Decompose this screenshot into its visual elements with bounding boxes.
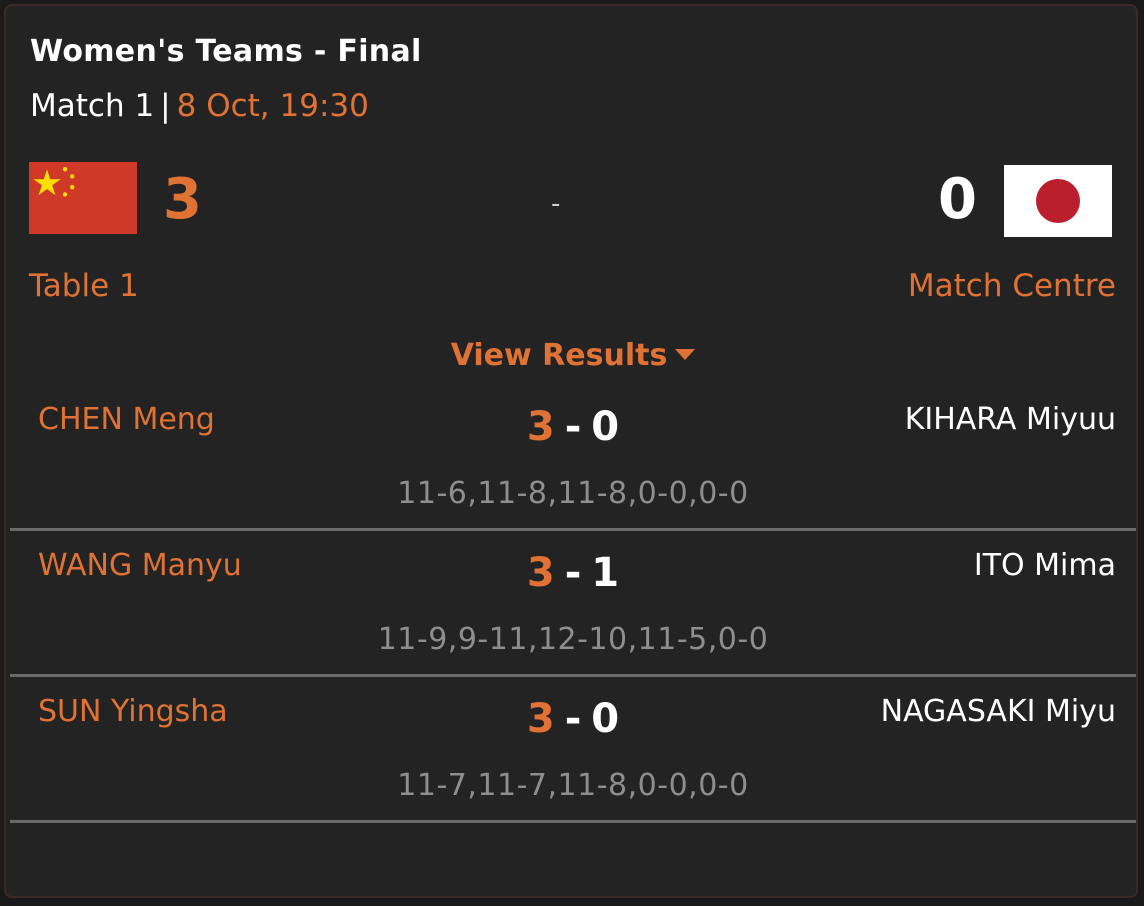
row-divider [10, 674, 1136, 677]
row-divider [10, 820, 1136, 823]
subtitle-separator: | [160, 88, 171, 124]
home-match-score: 3 [526, 696, 555, 742]
japan-flag-disc [1036, 179, 1080, 223]
match-row: CHEN Meng 3-0 KIHARA Miyuu 11-6,11-8,11-… [6, 402, 1140, 548]
match-score-dash: - [564, 550, 582, 596]
match-row: SUN Yingsha 3-0 NAGASAKI Miyu 11-7,11-7,… [6, 694, 1140, 840]
match-centre-link[interactable]: Match Centre [908, 268, 1116, 304]
match-card: Women's Teams - Final Match 1 | 8 Oct, 19:… [4, 4, 1138, 898]
home-team-score: 3 [163, 167, 202, 232]
view-results-toggle[interactable]: View Results [6, 338, 1140, 373]
caret-down-icon [675, 349, 696, 360]
match-score-dash: - [564, 404, 582, 450]
match-datetime: 8 Oct, 19:30 [176, 88, 369, 124]
row-divider [10, 528, 1136, 531]
game-scores: 11-6,11-8,11-8,0-0,0-0 [397, 476, 749, 511]
away-player-name[interactable]: KIHARA Miyuu [905, 402, 1116, 437]
match-score-dash: - [564, 696, 582, 742]
away-player-name[interactable]: ITO Mima [974, 548, 1116, 583]
away-match-score: 1 [591, 550, 620, 596]
game-scores: 11-9,9-11,12-10,11-5,0-0 [377, 622, 769, 657]
match-subtitle: Match 1 | 8 Oct, 19:30 [30, 88, 369, 124]
team-score-dash: - [551, 189, 561, 219]
home-match-score: 3 [526, 404, 555, 450]
away-team-score: 0 [938, 167, 977, 232]
match-number: Match 1 [30, 88, 155, 124]
away-match-score: 0 [591, 696, 620, 742]
away-match-score: 0 [591, 404, 620, 450]
match-score: 3-1 [6, 550, 1140, 596]
home-match-score: 3 [526, 550, 555, 596]
japan-flag-icon [1004, 165, 1112, 237]
match-row: WANG Manyu 3-1 ITO Mima 11-9,9-11,12-10,… [6, 548, 1140, 694]
table-link[interactable]: Table 1 [29, 268, 139, 304]
away-player-name[interactable]: NAGASAKI Miyu [881, 694, 1116, 729]
event-title: Women's Teams - Final [30, 34, 422, 69]
game-scores: 11-7,11-7,11-8,0-0,0-0 [397, 768, 749, 803]
china-flag-icon [29, 162, 137, 234]
view-results-label: View Results [450, 338, 668, 373]
